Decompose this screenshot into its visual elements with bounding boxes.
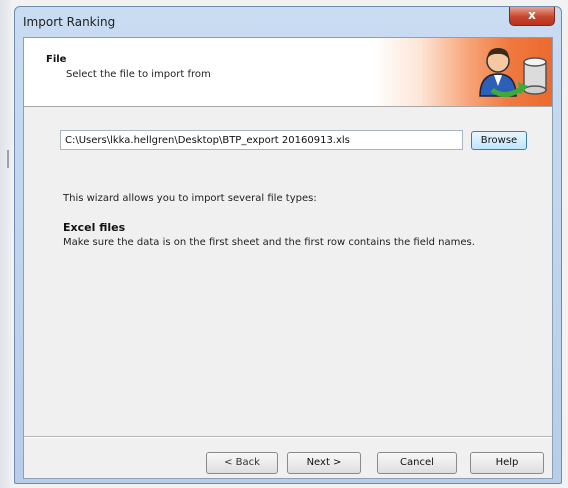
help-button[interactable]: Help	[470, 452, 544, 474]
dialog-content: File Select the file to import from Brow…	[23, 37, 553, 479]
wizard-intro-text: This wizard allows you to import several…	[63, 193, 317, 204]
background-window-strip	[0, 0, 12, 488]
import-ranking-dialog: Import Ranking x File Select the file to…	[14, 6, 562, 484]
close-button[interactable]: x	[509, 7, 555, 26]
window-title: Import Ranking	[23, 15, 116, 29]
back-button[interactable]: < Back	[206, 452, 278, 474]
file-path-input[interactable]	[60, 130, 463, 150]
step-subtitle: Select the file to import from	[66, 69, 211, 80]
import-database-icon	[479, 48, 547, 97]
step-title: File	[46, 54, 67, 65]
footer-divider	[24, 436, 552, 438]
excel-files-heading: Excel files	[63, 221, 126, 234]
cancel-button[interactable]: Cancel	[377, 452, 457, 474]
browse-button[interactable]: Browse	[471, 131, 527, 150]
excel-files-description: Make sure the data is on the first sheet…	[63, 237, 475, 248]
next-button[interactable]: Next >	[287, 452, 361, 474]
close-icon: x	[528, 8, 536, 22]
wizard-header: File Select the file to import from	[24, 38, 552, 107]
